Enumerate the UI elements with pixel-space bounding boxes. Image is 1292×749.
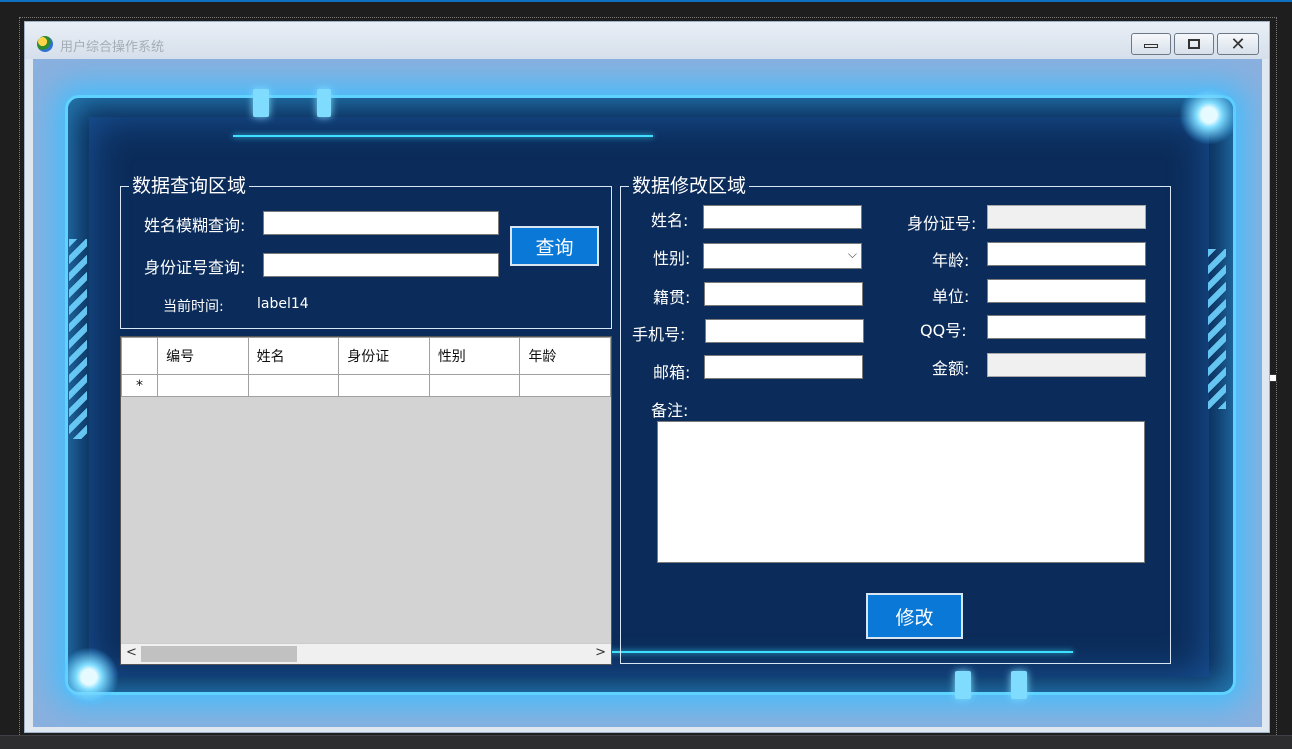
current-time-label: 当前时间:: [163, 299, 224, 315]
new-row-marker: *: [121, 374, 159, 397]
close-icon: ✕: [1230, 33, 1246, 55]
row-header-corner: [121, 337, 159, 375]
maximize-icon: [1188, 39, 1200, 49]
grid-table: 编号 姓名 身份证 性别 年龄 *: [121, 337, 611, 397]
decor-orb: [1179, 85, 1239, 145]
column-header[interactable]: 姓名: [247, 337, 340, 375]
amount-label: 金额:: [932, 359, 970, 378]
name-search-label: 姓名模糊查询:: [144, 216, 246, 235]
unit-input[interactable]: [987, 279, 1146, 303]
ide-bottom-strip: [0, 735, 1292, 749]
qq-input[interactable]: [987, 315, 1146, 339]
phone-input[interactable]: [705, 319, 864, 343]
maximize-button[interactable]: [1174, 33, 1214, 55]
idcard-input[interactable]: [987, 205, 1146, 229]
name-input[interactable]: [703, 205, 862, 229]
grid-cell[interactable]: [157, 374, 249, 397]
grid-cell[interactable]: [247, 374, 340, 397]
decor-tab: [317, 89, 331, 117]
horizontal-scrollbar[interactable]: < >: [121, 643, 611, 664]
name-search-input[interactable]: [263, 211, 499, 235]
decor-tab: [253, 89, 269, 117]
amount-input[interactable]: [987, 353, 1146, 377]
grid-cell[interactable]: [519, 374, 611, 397]
column-header[interactable]: 年龄: [519, 337, 611, 375]
globe-icon: [37, 36, 53, 52]
name-label: 姓名:: [651, 211, 689, 230]
resize-handle[interactable]: [1269, 374, 1277, 382]
modify-button[interactable]: 修改: [866, 593, 963, 639]
query-button[interactable]: 查询: [510, 226, 599, 266]
close-button[interactable]: ✕: [1217, 33, 1259, 55]
native-place-input[interactable]: [704, 282, 863, 306]
decor-line: [233, 135, 653, 137]
table-row[interactable]: *: [121, 374, 611, 397]
unit-label: 单位:: [932, 287, 970, 306]
phone-label: 手机号:: [632, 325, 686, 344]
edit-group-title: 数据修改区域: [629, 174, 750, 198]
minimize-icon: [1144, 44, 1158, 48]
grid-header-row: 编号 姓名 身份证 性别 年龄: [121, 337, 611, 375]
email-input[interactable]: [704, 355, 863, 379]
remark-label: 备注:: [651, 401, 689, 420]
idcard-label: 身份证号:: [907, 214, 977, 233]
qq-label: QQ号:: [920, 321, 967, 340]
age-label: 年龄:: [932, 251, 970, 270]
client-area: 数据查询区域 姓名模糊查询: 身份证号查询: 查询 当前时间: label14 …: [33, 59, 1262, 727]
query-group-title: 数据查询区域: [129, 174, 250, 198]
decor-stripes: [69, 239, 87, 439]
minimize-button[interactable]: [1131, 33, 1171, 55]
window-title: 用户综合操作系统: [60, 40, 165, 55]
gender-select[interactable]: ⌵: [703, 243, 862, 269]
scroll-right-icon[interactable]: >: [595, 645, 606, 660]
native-place-label: 籍贯:: [653, 288, 691, 307]
app-window: 用户综合操作系统 ✕ 数据查询区域 姓名模糊查询: 身份证号查询: 查询 当前时…: [24, 21, 1270, 733]
decor-tab: [955, 671, 971, 699]
decor-tab: [1011, 671, 1027, 699]
chevron-down-icon: ⌵: [847, 247, 857, 261]
id-search-label: 身份证号查询:: [144, 258, 246, 277]
gender-label: 性别:: [653, 249, 691, 268]
email-label: 邮箱:: [653, 363, 691, 382]
column-header[interactable]: 性别: [428, 337, 521, 375]
data-grid[interactable]: 编号 姓名 身份证 性别 年龄 * < >: [120, 336, 612, 665]
grid-cell[interactable]: [428, 374, 521, 397]
remark-textarea[interactable]: [657, 421, 1145, 563]
id-search-input[interactable]: [263, 253, 499, 277]
ide-top-accent: [0, 0, 1292, 2]
scroll-thumb[interactable]: [141, 646, 297, 662]
column-header[interactable]: 身份证: [338, 337, 430, 375]
scroll-left-icon[interactable]: <: [126, 645, 137, 660]
age-input[interactable]: [987, 242, 1146, 266]
decor-orb: [59, 647, 119, 707]
title-bar[interactable]: 用户综合操作系统 ✕: [25, 22, 1269, 59]
column-header[interactable]: 编号: [157, 337, 249, 375]
current-time-value: label14: [257, 296, 309, 312]
decor-stripes: [1208, 249, 1226, 409]
grid-cell[interactable]: [338, 374, 430, 397]
